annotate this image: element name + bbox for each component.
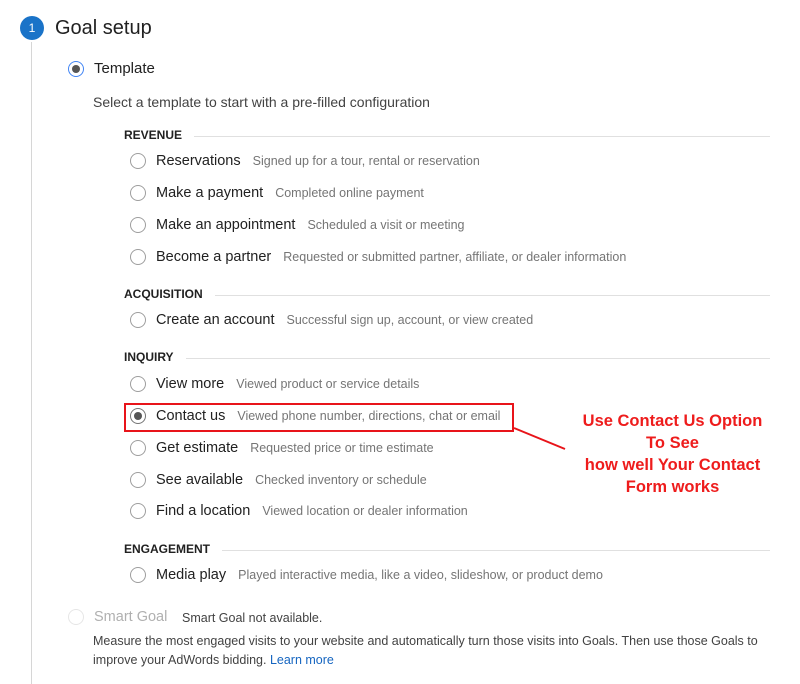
option-create-an-account[interactable]: Create an account Successful sign up, ac… xyxy=(130,309,533,331)
annotation-line: To See xyxy=(646,434,699,452)
radio-button[interactable] xyxy=(130,503,146,519)
option-description: Viewed product or service details xyxy=(236,377,420,391)
option-view-more[interactable]: View more Viewed product or service deta… xyxy=(130,373,419,395)
option-label: Make an appointment xyxy=(156,217,296,233)
smart-goal-radio xyxy=(68,609,84,625)
radio-button[interactable] xyxy=(130,312,146,328)
option-description: Scheduled a visit or meeting xyxy=(307,218,465,232)
annotation-callout: Use Contact Us Option To See how well Yo… xyxy=(560,410,785,498)
step-title: Goal setup xyxy=(55,17,152,39)
annotation-highlight-box xyxy=(124,403,514,432)
annotation-line: Form works xyxy=(625,478,720,496)
option-description: Completed online payment xyxy=(275,186,424,200)
radio-button[interactable] xyxy=(130,153,146,169)
template-label: Template xyxy=(94,60,155,77)
option-get-estimate[interactable]: Get estimate Requested price or time est… xyxy=(130,437,434,459)
option-description: Successful sign up, account, or view cre… xyxy=(286,313,534,327)
section-header: ACQUISITION xyxy=(124,287,215,301)
option-see-available[interactable]: See available Checked inventory or sched… xyxy=(130,469,427,491)
section-header: REVENUE xyxy=(124,128,195,142)
radio-button[interactable] xyxy=(130,567,146,583)
option-description: Signed up for a tour, rental or reservat… xyxy=(252,154,480,168)
option-media-play[interactable]: Media play Played interactive media, lik… xyxy=(130,564,603,586)
option-label: Make a payment xyxy=(156,185,264,201)
smart-goal-note: Smart Goal not available. xyxy=(182,611,323,625)
learn-more-link[interactable]: Learn more xyxy=(270,653,334,667)
smart-goal-label: Smart Goal xyxy=(94,609,168,625)
template-radio[interactable] xyxy=(68,61,84,77)
annotation-line: how well Your Contact xyxy=(584,456,761,474)
radio-button[interactable] xyxy=(130,376,146,392)
section-divider xyxy=(124,136,770,137)
option-find-a-location[interactable]: Find a location Viewed location or deale… xyxy=(130,500,468,522)
annotation-line: Use Contact Us Option xyxy=(582,412,763,430)
step-number-badge: 1 xyxy=(20,16,44,40)
option-label: Find a location xyxy=(156,503,251,519)
section-divider xyxy=(124,295,770,296)
option-label: Get estimate xyxy=(156,440,239,456)
option-label: Media play xyxy=(156,567,227,583)
annotation-arrow-line xyxy=(513,427,566,450)
template-intro-text: Select a template to start with a pre-fi… xyxy=(93,94,430,110)
option-description: Viewed location or dealer information xyxy=(262,504,468,518)
option-make-an-appointment[interactable]: Make an appointment Scheduled a visit or… xyxy=(130,214,464,236)
smart-goal-description-text: Measure the most engaged visits to your … xyxy=(93,634,758,667)
option-description: Requested price or time estimate xyxy=(250,441,434,455)
option-description: Requested or submitted partner, affiliat… xyxy=(283,250,627,264)
step-connector-line xyxy=(31,42,32,684)
option-reservations[interactable]: Reservations Signed up for a tour, renta… xyxy=(130,150,480,172)
option-description: Played interactive media, like a video, … xyxy=(238,568,603,582)
option-label: View more xyxy=(156,376,225,392)
option-label: Create an account xyxy=(156,312,275,328)
radio-button[interactable] xyxy=(130,440,146,456)
radio-button[interactable] xyxy=(130,472,146,488)
smart-goal-description: Measure the most engaged visits to your … xyxy=(93,632,783,670)
radio-button[interactable] xyxy=(130,249,146,265)
section-header: ENGAGEMENT xyxy=(124,542,223,556)
section-revenue: REVENUE xyxy=(124,128,770,144)
option-label: Become a partner xyxy=(156,249,272,265)
radio-button[interactable] xyxy=(130,185,146,201)
section-acquisition: ACQUISITION xyxy=(124,287,770,303)
radio-selected-dot xyxy=(72,65,80,73)
option-become-a-partner[interactable]: Become a partner Requested or submitted … xyxy=(130,246,626,268)
option-label: See available xyxy=(156,472,244,488)
section-divider xyxy=(124,358,770,359)
radio-button[interactable] xyxy=(130,217,146,233)
section-inquiry: INQUIRY xyxy=(124,350,770,366)
option-label: Reservations xyxy=(156,153,241,169)
section-header: INQUIRY xyxy=(124,350,186,364)
option-make-a-payment[interactable]: Make a payment Completed online payment xyxy=(130,182,424,204)
option-description: Checked inventory or schedule xyxy=(255,473,427,487)
section-engagement: ENGAGEMENT xyxy=(124,542,770,558)
